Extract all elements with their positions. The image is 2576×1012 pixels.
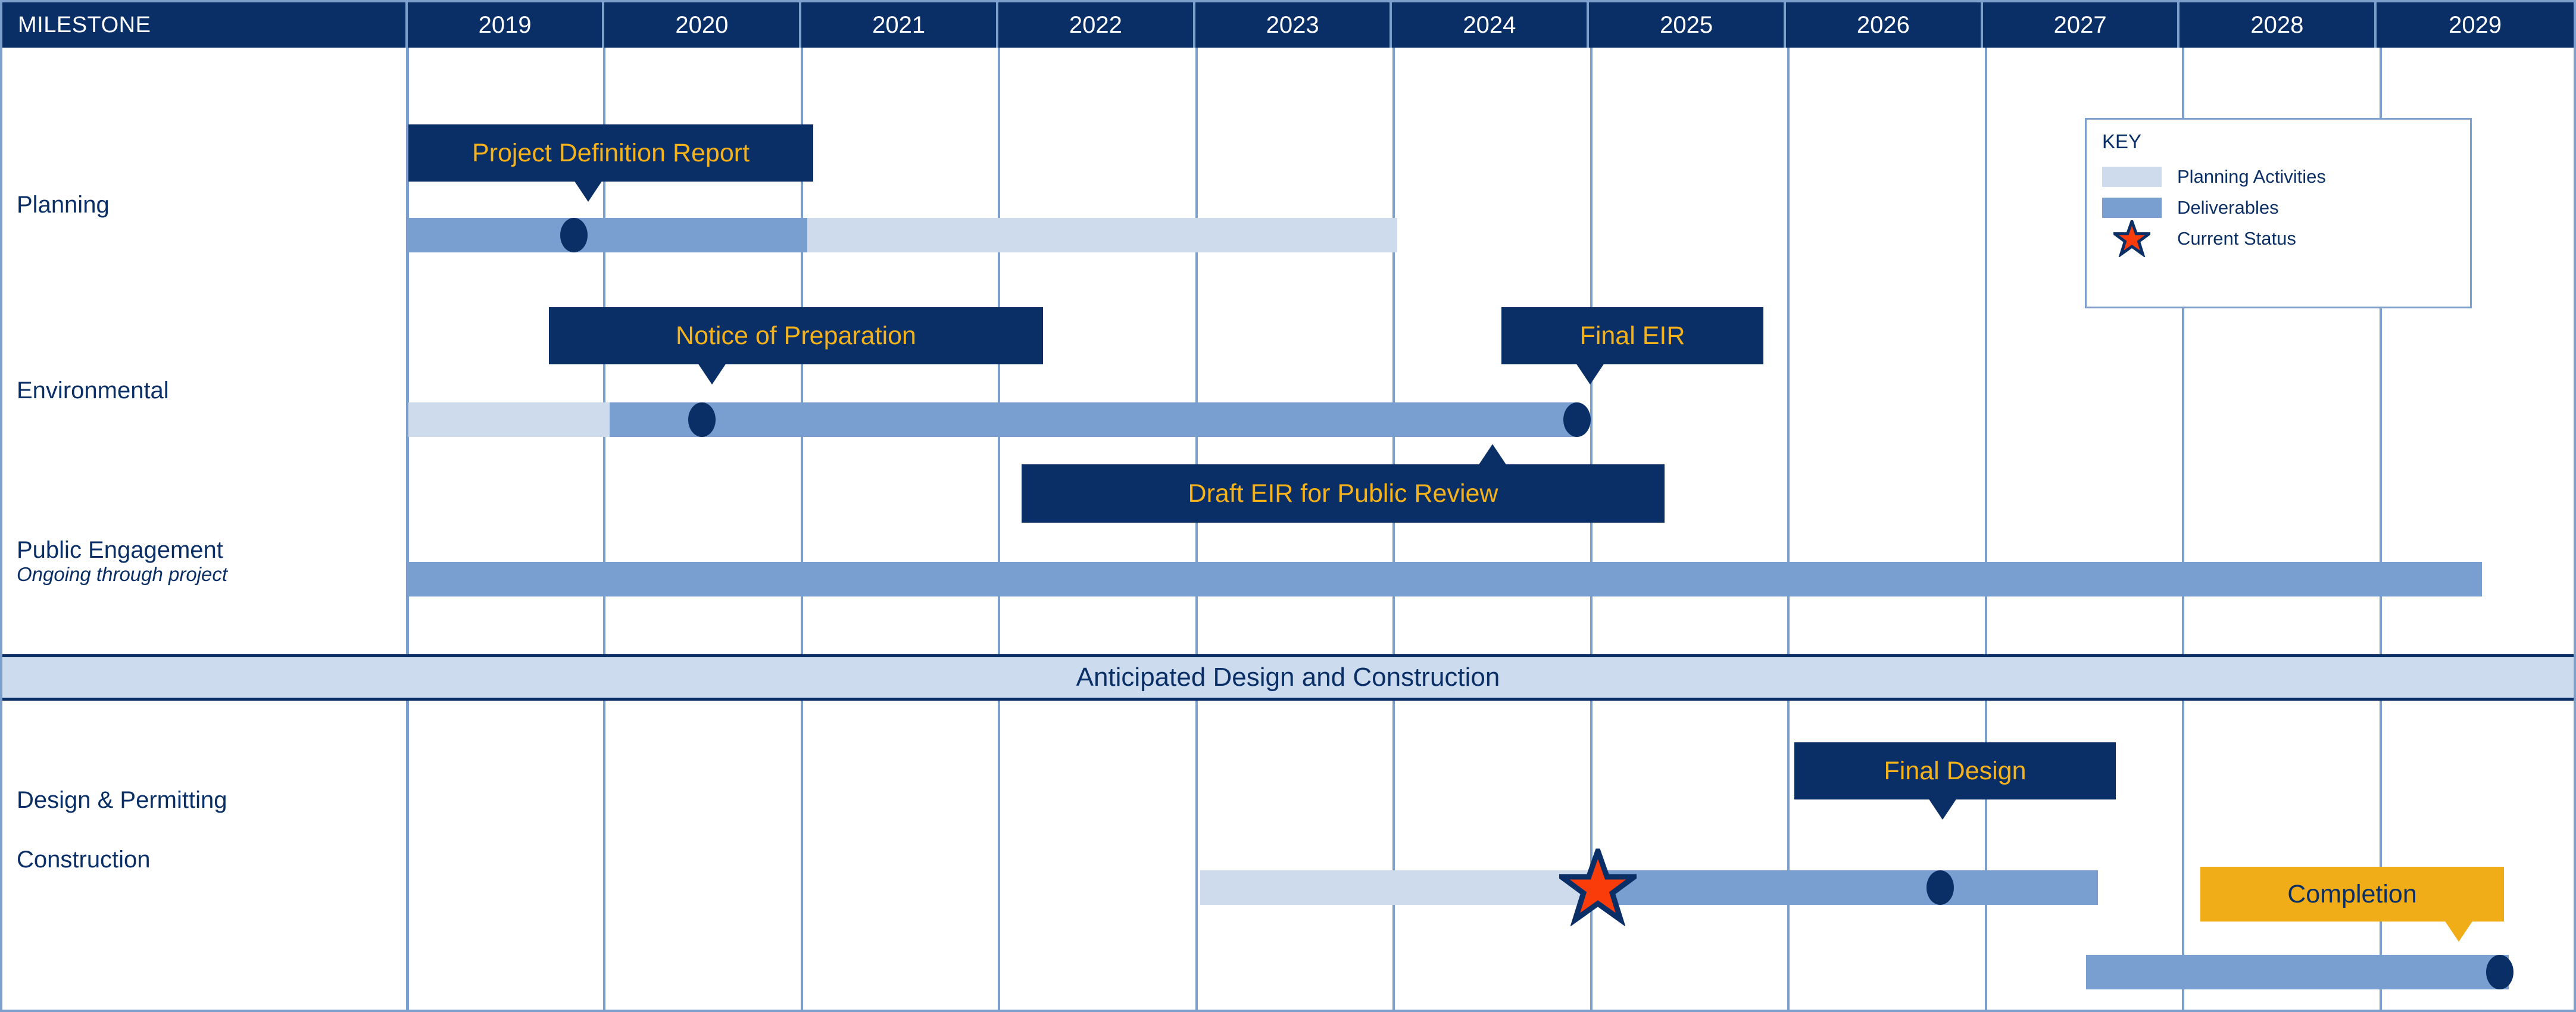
current-status-star-icon — [2102, 220, 2162, 257]
year-header-2022: 2022 — [998, 2, 1195, 48]
milestone-dot-completion[interactable] — [2486, 955, 2513, 989]
row-label-design-permitting-text: Design & Permitting — [17, 787, 227, 813]
milestone-dot-final-eir[interactable] — [1563, 402, 1591, 437]
gridline-2026 — [1787, 48, 1790, 1010]
callout-final-eir-label: Final EIR — [1579, 321, 1685, 350]
callout-project-definition-report[interactable]: Project Definition Report — [408, 124, 813, 202]
row-sublabel-public-engagement: Ongoing through project — [17, 563, 228, 585]
milestone-dot-project-definition-report[interactable] — [560, 218, 588, 252]
timeline-header: MILESTONE 2019 2020 2021 2022 2023 2024 … — [2, 2, 2574, 48]
key-item-current-status: Current Status — [2102, 220, 2455, 257]
key-item-planning-activities: Planning Activities — [2102, 161, 2455, 192]
callout-draft-eir-for-public-review[interactable]: Draft EIR for Public Review — [1022, 444, 1665, 523]
gridline-label-divider — [406, 48, 409, 1010]
row-label-environmental: Environmental — [17, 377, 169, 404]
gridline-2027 — [1985, 48, 1987, 1010]
callout-project-definition-report-label: Project Definition Report — [472, 138, 750, 167]
callout-pointer-down-icon — [1928, 798, 1957, 820]
bar-design-permitting-activities — [1200, 870, 1593, 905]
row-label-public-engagement: Public Engagement Ongoing through projec… — [17, 537, 227, 586]
key-label-current-status: Current Status — [2177, 228, 2296, 249]
year-header-2023: 2023 — [1195, 2, 1392, 48]
key-item-deliverables: Deliverables — [2102, 192, 2455, 223]
milestone-dot-final-design[interactable] — [1926, 870, 1954, 905]
planning-activities-swatch — [2102, 167, 2162, 187]
gridline-2023 — [1195, 48, 1198, 1010]
callout-pointer-down-icon — [698, 363, 726, 385]
bar-planning-deliverables — [408, 218, 807, 252]
year-header-2019: 2019 — [408, 2, 605, 48]
row-label-planning: Planning — [17, 192, 110, 218]
year-header-2028: 2028 — [2180, 2, 2377, 48]
callout-final-eir[interactable]: Final EIR — [1501, 307, 1763, 385]
key-title: KEY — [2102, 130, 2142, 152]
bar-environmental-activities — [408, 402, 610, 437]
callout-draft-eir-for-public-review-label: Draft EIR for Public Review — [1188, 479, 1498, 508]
bar-design-permitting-deliverables — [1593, 870, 2098, 905]
callout-notice-of-preparation-label: Notice of Preparation — [676, 321, 916, 350]
gridline-2020 — [603, 48, 605, 1010]
milestone-dot-notice-of-preparation[interactable] — [688, 402, 716, 437]
callout-final-design-label: Final Design — [1884, 756, 2027, 785]
deliverables-swatch — [2102, 198, 2162, 218]
callout-pointer-up-icon — [1478, 444, 1507, 466]
bar-planning-activities — [807, 218, 1397, 252]
anticipated-design-construction-band: Anticipated Design and Construction — [2, 654, 2574, 701]
callout-notice-of-preparation[interactable]: Notice of Preparation — [549, 307, 1043, 385]
callout-completion[interactable]: Completion — [2200, 867, 2504, 942]
callout-pointer-down-icon — [2444, 920, 2473, 942]
bar-public-engagement-deliverables — [408, 562, 2482, 596]
row-label-public-engagement-text: Public Engagement — [17, 537, 223, 563]
key-label-deliverables: Deliverables — [2177, 197, 2279, 218]
current-status-star-icon[interactable] — [1553, 842, 1643, 929]
milestone-column-header: MILESTONE — [2, 2, 408, 48]
row-label-planning-text: Planning — [17, 192, 110, 218]
year-header-2025: 2025 — [1589, 2, 1786, 48]
row-label-environmental-text: Environmental — [17, 377, 169, 404]
year-header-2021: 2021 — [801, 2, 998, 48]
bar-construction-deliverables — [2086, 955, 2509, 989]
project-timeline-gantt-chart: MILESTONE 2019 2020 2021 2022 2023 2024 … — [0, 0, 2576, 1012]
gridline-2021 — [801, 48, 803, 1010]
year-header-2029: 2029 — [2449, 11, 2502, 38]
key-label-planning-activities: Planning Activities — [2177, 166, 2326, 187]
year-header-2026: 2026 — [1786, 2, 1983, 48]
row-label-construction-text: Construction — [17, 847, 151, 873]
callout-final-design[interactable]: Final Design — [1794, 742, 2116, 820]
year-header-2027: 2027 — [1983, 2, 2180, 48]
year-header-2024: 2024 — [1392, 2, 1590, 48]
row-label-construction: Construction — [17, 847, 151, 873]
gridline-2024 — [1392, 48, 1395, 1010]
year-header-2020: 2020 — [604, 2, 802, 48]
callout-completion-label: Completion — [2287, 879, 2417, 908]
callout-pointer-down-icon — [1576, 363, 1604, 385]
key-legend-box: KEY Planning Activities Deliverables Cur… — [2085, 118, 2472, 308]
gridline-2022 — [998, 48, 1000, 1010]
bar-environmental-deliverables — [610, 402, 1577, 437]
anticipated-design-construction-label: Anticipated Design and Construction — [1076, 663, 1500, 692]
callout-pointer-down-icon — [574, 180, 602, 202]
row-label-design-permitting: Design & Permitting — [17, 787, 227, 814]
